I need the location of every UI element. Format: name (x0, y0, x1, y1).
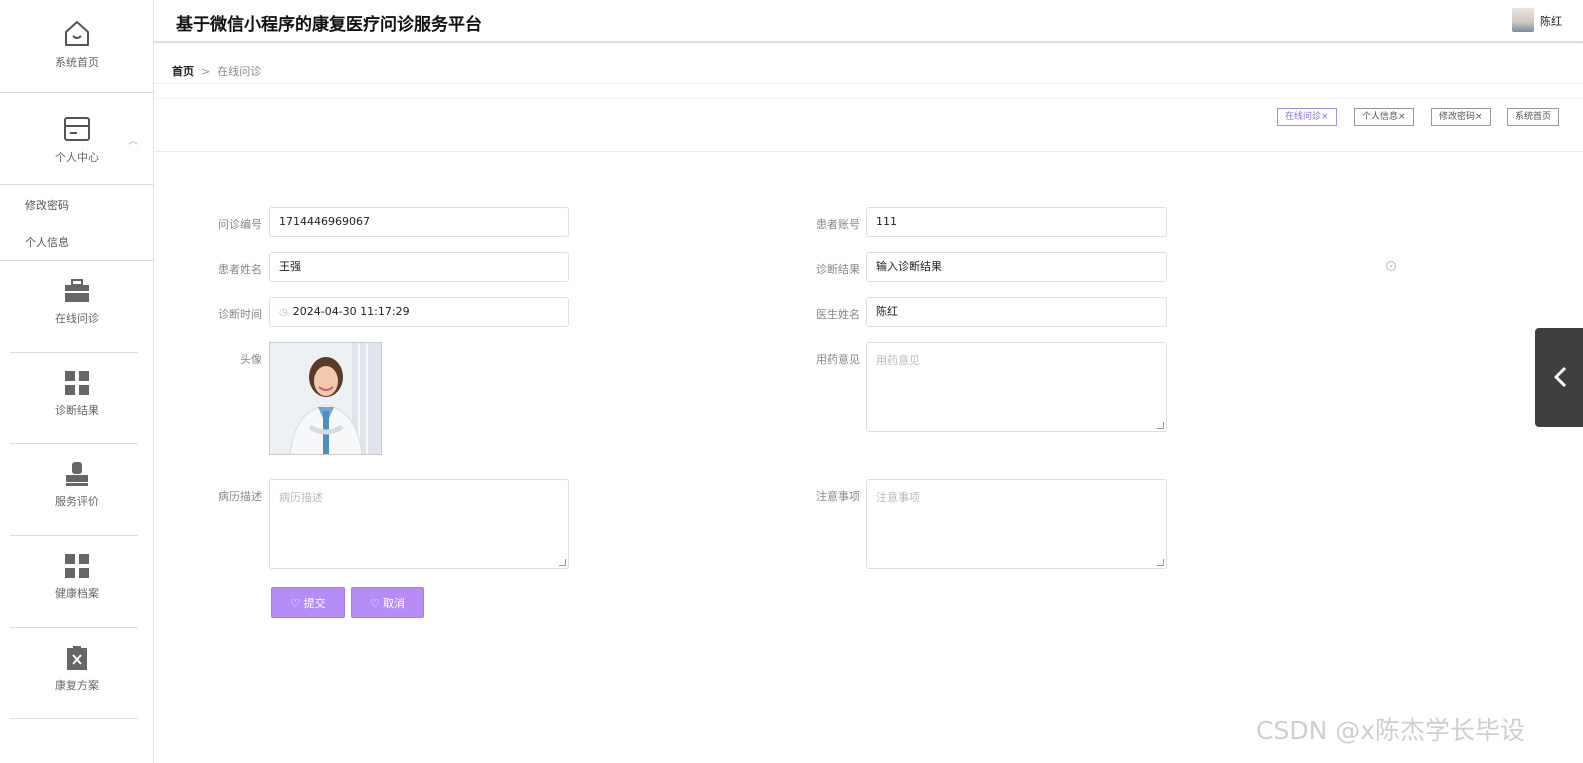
patient-name-label: 患者姓名 (218, 263, 262, 276)
breadcrumb-current: 在线问诊 (217, 65, 262, 78)
tab-label: 在线问诊 (1285, 112, 1322, 122)
sidebar-item-label: 系统首页 (55, 56, 99, 69)
sidebar-item-online-consult[interactable]: 在线问诊 (0, 278, 154, 326)
close-icon[interactable]: × (1398, 112, 1406, 122)
doctor-name-field[interactable]: 陈红 (866, 297, 1167, 327)
consult-time-label: 诊断时间 (218, 308, 262, 321)
card-icon (64, 117, 90, 141)
submit-label: 提交 (303, 597, 326, 610)
sidebar-item-service-review[interactable]: 服务评价 (0, 461, 154, 509)
sidebar-item-label: 康复方案 (55, 679, 99, 692)
resize-handle-icon[interactable] (1157, 422, 1164, 429)
resize-handle-icon[interactable] (559, 559, 566, 566)
medication-label: 用药意见 (816, 353, 860, 366)
breadcrumb: 首页 > 在线问诊 (172, 63, 261, 79)
sidebar-item-label: 服务评价 (55, 495, 99, 508)
home-icon (65, 21, 89, 46)
grid-icon (65, 371, 89, 395)
tab-change-password[interactable]: 修改密码× (1431, 108, 1491, 126)
tab-online-consult[interactable]: 在线问诊× (1277, 108, 1337, 126)
resize-handle-icon[interactable] (1157, 559, 1164, 566)
tab-label: 系统首页 (1515, 112, 1552, 122)
notes-placeholder: 注意事项 (876, 491, 920, 504)
user-name[interactable]: 陈红 (1540, 13, 1562, 29)
patient-account-field[interactable]: 111 (866, 207, 1167, 237)
app-title: 基于微信小程序的康复医疗问诊服务平台 (176, 15, 482, 35)
user-avatar[interactable] (1512, 8, 1534, 32)
tab-label: 个人信息 (1362, 112, 1399, 122)
tab-personal-info[interactable]: 个人信息× (1354, 108, 1414, 126)
sidebar-item-health-records[interactable]: 健康档案 (0, 553, 154, 601)
sidebar-item-label: 诊断结果 (55, 404, 99, 417)
medication-textarea[interactable]: 用药意见 (866, 342, 1167, 432)
sidebar-item-label: 健康档案 (55, 587, 99, 600)
top-bar: 基于微信小程序的康复医疗问诊服务平台 陈红 (154, 0, 1583, 43)
history-placeholder: 病历描述 (279, 491, 323, 504)
stamp-icon (66, 462, 88, 486)
patient-name-field[interactable]: 王强 (269, 252, 569, 282)
breadcrumb-separator: > (201, 65, 211, 78)
doctor-name-label: 医生姓名 (816, 308, 860, 321)
sidebar-item-diagnosis[interactable]: 诊断结果 (0, 370, 154, 418)
side-panel-toggle[interactable] (1535, 328, 1583, 427)
heart-icon: ♡ (369, 597, 384, 610)
close-icon[interactable]: × (1475, 112, 1483, 122)
history-label: 病历描述 (218, 490, 262, 503)
heart-icon: ♡ (290, 597, 304, 610)
breadcrumb-home[interactable]: 首页 (172, 65, 194, 78)
diagnosis-result-label: 诊断结果 (816, 263, 860, 276)
sidebar-item-home[interactable]: 系统首页 (0, 18, 154, 70)
consult-no-field[interactable]: 1714446969067 (269, 207, 569, 237)
grid-icon (65, 554, 89, 578)
tab-label: 修改密码 (1439, 112, 1476, 122)
medication-placeholder: 用药意见 (876, 354, 920, 367)
briefcase-icon (65, 279, 89, 302)
avatar-label: 头像 (240, 353, 262, 366)
chevron-up-icon[interactable]: ︿ (128, 132, 138, 147)
close-icon[interactable]: × (1321, 112, 1329, 122)
cancel-label: 取消 (383, 597, 406, 610)
sidebar-item-label: 个人中心 (55, 151, 99, 164)
history-textarea[interactable]: 病历描述 (269, 479, 569, 569)
target-icon (1386, 261, 1396, 271)
clock-icon: ◷ (279, 307, 288, 318)
avatar-image[interactable] (269, 342, 382, 455)
consult-time-field[interactable]: ◷ 2024-04-30 11:17:29 (269, 297, 569, 327)
sidebar-item-label: 在线问诊 (55, 312, 99, 325)
sidebar-item-rehab-plan[interactable]: 康复方案 (0, 645, 154, 693)
sub-item-change-password[interactable]: 修改密码 (25, 197, 69, 213)
watermark: CSDN @x陈杰学长毕设 (1256, 716, 1526, 745)
tab-home[interactable]: 系统首页 (1507, 108, 1560, 126)
consult-time-value: 2024-04-30 11:17:29 (292, 305, 410, 318)
notes-textarea[interactable]: 注意事项 (866, 479, 1167, 569)
submit-button[interactable]: ♡ 提交 (271, 587, 345, 618)
chevron-left-icon (1554, 366, 1567, 388)
doctor-photo-icon (270, 343, 381, 454)
patient-account-label: 患者账号 (816, 218, 860, 231)
sub-item-personal-info[interactable]: 个人信息 (25, 234, 69, 250)
diagnosis-result-field[interactable]: 输入诊断结果 (866, 252, 1167, 282)
consult-no-label: 问诊编号 (218, 218, 262, 231)
clipboard-x-icon (67, 646, 87, 670)
notes-label: 注意事项 (816, 490, 860, 503)
cancel-button[interactable]: ♡ 取消 (351, 587, 424, 618)
sidebar: 系统首页 个人中心 ︿ 修改密码 个人信息 在线问诊 诊断结果 服务评价 健康档… (0, 0, 154, 763)
